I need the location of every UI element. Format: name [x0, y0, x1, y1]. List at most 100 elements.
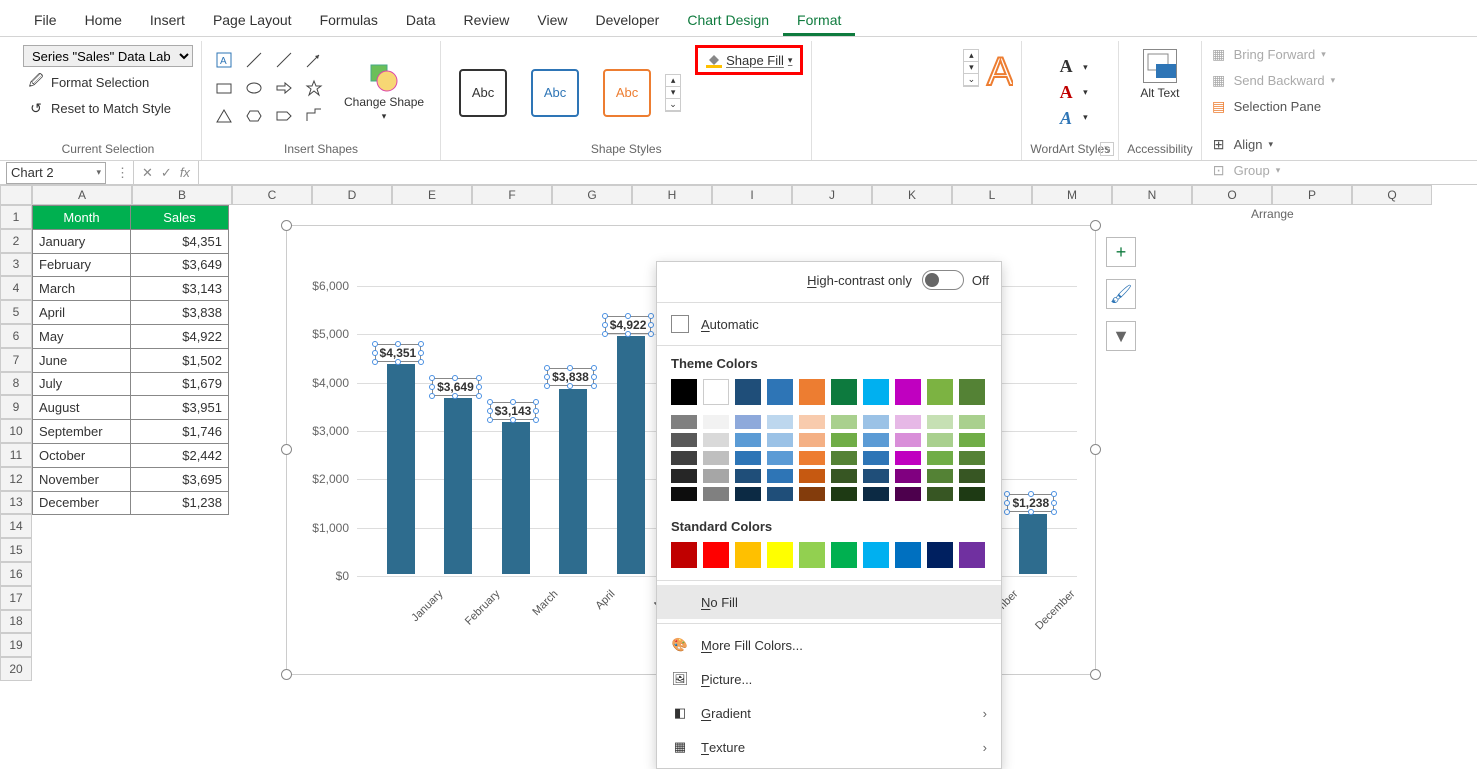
- tab-file[interactable]: File: [20, 4, 71, 36]
- chart-bar[interactable]: [502, 422, 530, 574]
- shape-pent[interactable]: [270, 103, 298, 129]
- chart-bar[interactable]: [617, 336, 645, 574]
- dialog-launcher[interactable]: ↘: [1100, 142, 1114, 156]
- col-header[interactable]: A: [32, 185, 132, 205]
- color-swatch[interactable]: [895, 433, 921, 447]
- row-header[interactable]: 20: [0, 657, 32, 681]
- row-header[interactable]: 5: [0, 300, 32, 324]
- col-header[interactable]: K: [872, 185, 952, 205]
- color-swatch[interactable]: [895, 469, 921, 483]
- cell[interactable]: $1,502: [131, 348, 229, 372]
- chart-bar[interactable]: [1019, 514, 1047, 574]
- row-header[interactable]: 7: [0, 348, 32, 372]
- chevron-down-icon[interactable]: ▾: [1083, 87, 1088, 98]
- tab-chart-design[interactable]: Chart Design: [673, 4, 783, 36]
- shape-elbow[interactable]: [300, 103, 328, 129]
- col-header[interactable]: M: [1032, 185, 1112, 205]
- color-swatch[interactable]: [927, 379, 953, 405]
- chart-element-dropdown[interactable]: Series "Sales" Data Lab…: [23, 45, 193, 67]
- cell[interactable]: $3,695: [131, 467, 229, 491]
- color-swatch[interactable]: [767, 487, 793, 501]
- color-swatch[interactable]: [927, 451, 953, 465]
- cell[interactable]: June: [33, 348, 131, 372]
- cell[interactable]: $2,442: [131, 443, 229, 467]
- col-header[interactable]: I: [712, 185, 792, 205]
- col-header[interactable]: O: [1192, 185, 1272, 205]
- shape-star[interactable]: [300, 75, 328, 101]
- color-swatch[interactable]: [959, 415, 985, 429]
- text-outline-button[interactable]: A: [1053, 80, 1079, 106]
- chart-bar[interactable]: [387, 364, 415, 574]
- shape-fill-button[interactable]: Shape Fill ▾: [695, 45, 803, 75]
- color-swatch[interactable]: [831, 379, 857, 405]
- cell[interactable]: November: [33, 467, 131, 491]
- color-swatch[interactable]: [703, 469, 729, 483]
- color-swatch[interactable]: [831, 451, 857, 465]
- cell[interactable]: $4,922: [131, 324, 229, 348]
- cell[interactable]: $1,746: [131, 420, 229, 444]
- resize-handle[interactable]: [281, 669, 292, 680]
- row-header[interactable]: 2: [0, 229, 32, 253]
- color-swatch[interactable]: [671, 433, 697, 447]
- color-swatch[interactable]: [863, 433, 889, 447]
- style-preset-2[interactable]: Abc: [531, 69, 579, 117]
- col-header[interactable]: F: [472, 185, 552, 205]
- color-swatch[interactable]: [927, 415, 953, 429]
- color-swatch[interactable]: [799, 487, 825, 501]
- color-swatch[interactable]: [959, 469, 985, 483]
- cell[interactable]: $3,649: [131, 253, 229, 277]
- color-swatch[interactable]: [959, 487, 985, 501]
- color-swatch[interactable]: [671, 451, 697, 465]
- tab-view[interactable]: View: [523, 4, 581, 36]
- color-swatch[interactable]: [927, 433, 953, 447]
- col-header[interactable]: G: [552, 185, 632, 205]
- row-header[interactable]: 10: [0, 419, 32, 443]
- color-swatch[interactable]: [767, 451, 793, 465]
- color-swatch[interactable]: [735, 451, 761, 465]
- row-header[interactable]: 1: [0, 205, 32, 229]
- color-swatch[interactable]: [895, 542, 921, 568]
- color-swatch[interactable]: [703, 542, 729, 568]
- col-header[interactable]: H: [632, 185, 712, 205]
- enter-icon[interactable]: ✓: [161, 165, 172, 181]
- row-header[interactable]: 17: [0, 586, 32, 610]
- gradient-option[interactable]: ◧ Gradient ›: [657, 696, 1001, 730]
- color-swatch[interactable]: [703, 415, 729, 429]
- color-swatch[interactable]: [735, 469, 761, 483]
- row-header[interactable]: 11: [0, 443, 32, 467]
- chevron-down-icon[interactable]: ▾: [1083, 112, 1088, 123]
- tab-formulas[interactable]: Formulas: [306, 4, 392, 36]
- color-swatch[interactable]: [831, 542, 857, 568]
- cell[interactable]: $3,143: [131, 277, 229, 301]
- high-contrast-toggle[interactable]: Off: [922, 270, 989, 290]
- chart-bar[interactable]: [444, 398, 472, 574]
- row-header[interactable]: 4: [0, 276, 32, 300]
- chart-elements-button[interactable]: +: [1106, 237, 1136, 267]
- shape-line[interactable]: [240, 47, 268, 73]
- shape-right-arrow[interactable]: [270, 75, 298, 101]
- color-swatch[interactable]: [767, 415, 793, 429]
- data-label[interactable]: $4,922: [605, 316, 652, 334]
- style-gallery-scroller[interactable]: ▴▾⌄: [665, 74, 681, 112]
- resize-handle[interactable]: [1090, 220, 1101, 231]
- name-box[interactable]: Chart 2▾: [6, 162, 106, 184]
- row-header[interactable]: 9: [0, 395, 32, 419]
- data-label[interactable]: $3,143: [490, 402, 537, 420]
- row-header[interactable]: 15: [0, 538, 32, 562]
- col-header[interactable]: C: [232, 185, 312, 205]
- color-swatch[interactable]: [703, 379, 729, 405]
- color-swatch[interactable]: [767, 542, 793, 568]
- cell[interactable]: February: [33, 253, 131, 277]
- color-swatch[interactable]: [895, 487, 921, 501]
- cell[interactable]: $4,351: [131, 229, 229, 253]
- color-swatch[interactable]: [959, 433, 985, 447]
- color-swatch[interactable]: [671, 379, 697, 405]
- chart-filter-button[interactable]: ▼: [1106, 321, 1136, 351]
- col-header[interactable]: P: [1272, 185, 1352, 205]
- chevron-down-icon[interactable]: ▾: [1083, 62, 1088, 73]
- color-swatch[interactable]: [735, 379, 761, 405]
- select-all[interactable]: [0, 185, 32, 205]
- color-swatch[interactable]: [927, 469, 953, 483]
- resize-handle[interactable]: [1090, 444, 1101, 455]
- row-header[interactable]: 8: [0, 372, 32, 396]
